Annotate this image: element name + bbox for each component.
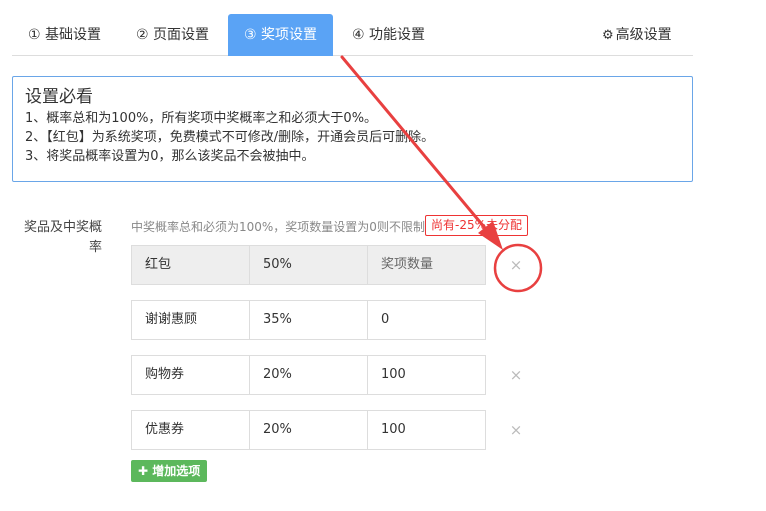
gear-icon: ⚙	[602, 28, 614, 43]
delete-row-icon[interactable]: ×	[509, 355, 523, 395]
prize-probability-label: 奖品及中奖概率	[23, 220, 102, 255]
prize-row-redpacket: 红包 50% 奖项数量	[131, 245, 486, 285]
tab-page-settings[interactable]: ② 页面设置	[136, 14, 209, 56]
delete-row-icon[interactable]: ×	[509, 410, 523, 450]
tab-prize-settings[interactable]: ③ 奖项设置	[228, 14, 333, 56]
add-option-label: 增加选项	[152, 464, 201, 478]
prize-row: 优惠券 20% 100	[131, 410, 486, 450]
prize-quantity-input[interactable]: 100	[367, 410, 486, 450]
tab-feature-settings[interactable]: ④ 功能设置	[352, 14, 425, 56]
prize-name-input[interactable]: 购物券	[131, 355, 250, 395]
notice-line-3: 3、将奖品概率设置为0，那么该奖品不会被抽中。	[25, 149, 315, 164]
prize-name-input[interactable]: 优惠券	[131, 410, 250, 450]
settings-notice: 设置必看 1、概率总和为100%，所有奖项中奖概率之和必须大于0%。 2、【红包…	[12, 76, 693, 182]
prize-name-input[interactable]: 谢谢惠顾	[131, 300, 250, 340]
tab-advanced-settings[interactable]: ⚙ 高级设置	[602, 14, 672, 56]
prize-row: 购物券 20% 100	[131, 355, 486, 395]
add-option-button[interactable]: ✚ 增加选项	[131, 460, 208, 482]
notice-line-1: 1、概率总和为100%，所有奖项中奖概率之和必须大于0%。	[25, 111, 378, 126]
tab-advanced-label: 高级设置	[615, 27, 672, 43]
notice-title: 设置必看	[25, 87, 93, 107]
unallocated-warning-badge: 尚有-25%未分配	[425, 215, 529, 236]
prize-probability-input[interactable]: 20%	[249, 355, 368, 395]
prize-probability-input: 50%	[249, 245, 368, 285]
prize-row: 谢谢惠顾 35% 0	[131, 300, 486, 340]
probability-hint: 中奖概率总和必须为100%，奖项数量设置为0则不限制	[131, 220, 425, 234]
prize-name-input: 红包	[131, 245, 250, 285]
prize-quantity-input[interactable]: 0	[367, 300, 486, 340]
delete-row-icon[interactable]: ×	[509, 245, 523, 285]
tab-basic-settings[interactable]: ① 基础设置	[28, 14, 101, 56]
notice-line-2: 2、【红包】为系统奖项，免费模式不可修改/删除，开通会员后可删除。	[25, 130, 435, 145]
tab-bar: ① 基础设置 ② 页面设置 ③ 奖项设置 ④ 功能设置 ⚙ 高级设置	[12, 14, 693, 56]
prize-probability-input[interactable]: 20%	[249, 410, 368, 450]
plus-icon: ✚	[138, 464, 149, 478]
prize-probability-input[interactable]: 35%	[249, 300, 368, 340]
prize-quantity-input: 奖项数量	[367, 245, 486, 285]
prize-quantity-input[interactable]: 100	[367, 355, 486, 395]
